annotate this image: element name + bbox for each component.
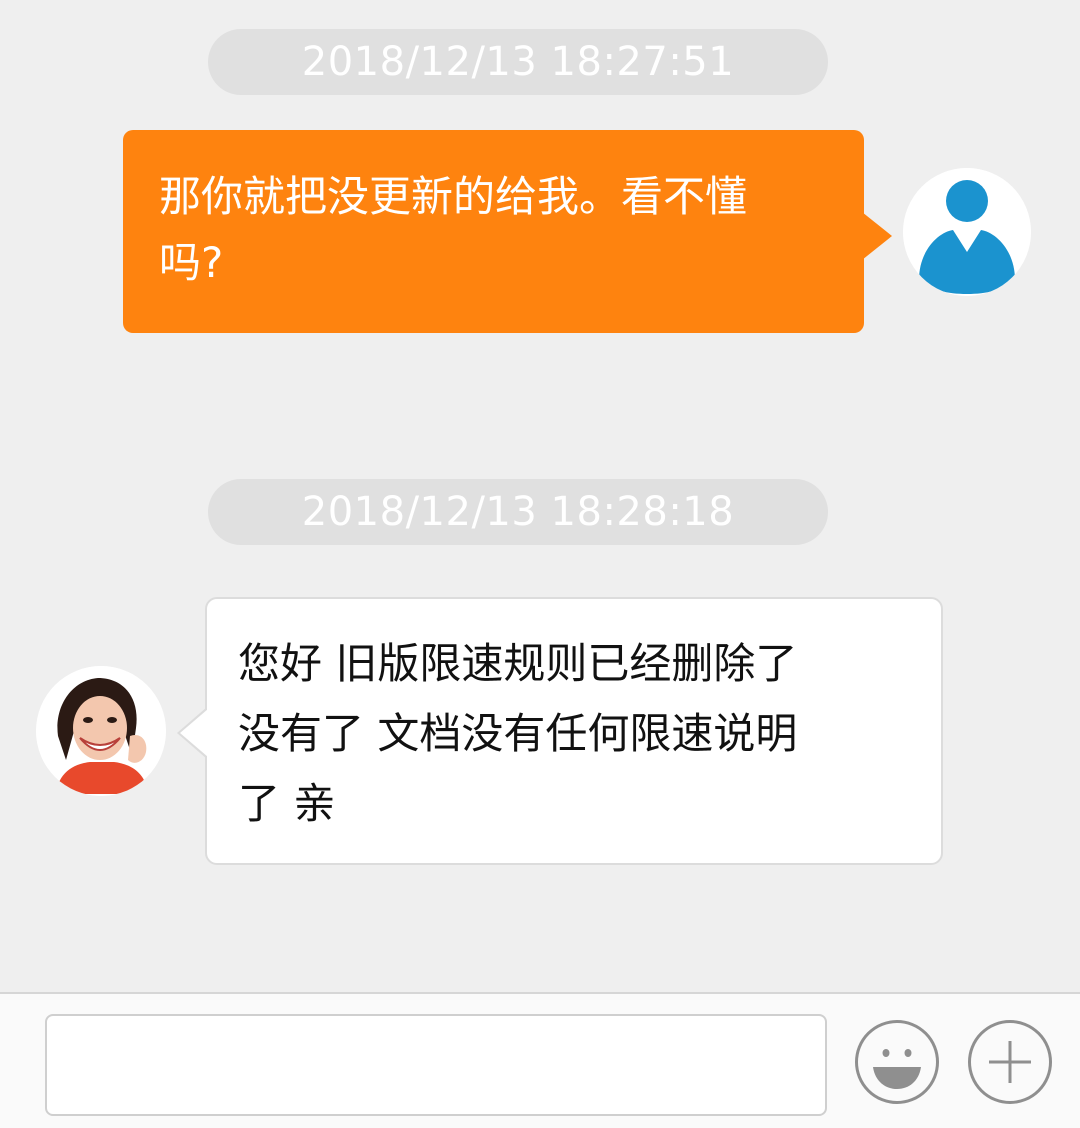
message-input[interactable]	[45, 1014, 827, 1116]
message-text-line: 没有了 文档没有任何限速说明	[238, 709, 798, 758]
incoming-message-bubble[interactable]: 您好 旧版限速规则已经删除了 没有了 文档没有任何限速说明 了 亲	[177, 597, 943, 865]
plus-icon	[989, 1041, 1031, 1083]
message-text-line: 那你就把没更新的给我。看不懂	[159, 172, 748, 221]
outgoing-message-bubble[interactable]: 那你就把没更新的给我。看不懂 吗?	[123, 130, 892, 333]
chat-message-list[interactable]: 2018/12/13 18:27:51 那你就把没更新的给我。看不懂 吗? 20…	[0, 0, 1080, 992]
message-timestamp: 2018/12/13 18:28:18	[208, 479, 828, 545]
more-options-button[interactable]	[968, 1020, 1052, 1104]
message-text-line: 您好 旧版限速规则已经删除了	[238, 639, 798, 688]
bubble-tail	[180, 709, 208, 757]
user-avatar[interactable]	[903, 168, 1031, 296]
emoji-button[interactable]	[855, 1020, 939, 1104]
agent-avatar[interactable]	[36, 666, 166, 796]
message-text-line: 了 亲	[238, 779, 336, 828]
agent-photo-icon	[36, 666, 166, 796]
message-input-bar	[0, 992, 1080, 1128]
default-user-icon	[903, 168, 1031, 296]
message-timestamp: 2018/12/13 18:27:51	[208, 29, 828, 95]
smiley-icon	[873, 1049, 921, 1089]
bubble-tail	[862, 212, 892, 260]
message-text-line: 吗?	[159, 238, 224, 287]
